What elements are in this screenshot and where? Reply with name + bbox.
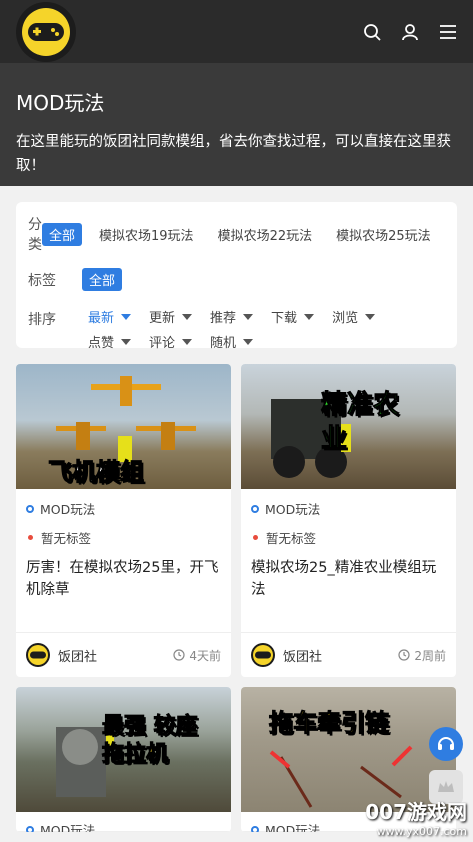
sort-recommended-label: 推荐 — [210, 311, 237, 326]
post-category-label: MOD玩法 — [265, 823, 321, 832]
category-chip-all[interactable]: 全部 — [42, 222, 83, 246]
sort-likes[interactable]: 点赞 — [88, 332, 132, 351]
sort-views[interactable]: 浏览 — [332, 307, 376, 326]
crown-icon — [438, 781, 454, 792]
thumbnail-caption: 最强 较座 拖拉机 — [102, 714, 199, 768]
author-name: 饭团社 — [283, 649, 323, 665]
post-thumbnail[interactable]: 最强 较座 拖拉机 — [16, 687, 231, 812]
post-category-label: MOD玩法 — [265, 502, 321, 517]
top-bar — [0, 0, 473, 63]
tag-dot-icon — [28, 535, 33, 540]
post-time: 2周前 — [398, 647, 446, 664]
sort-downloads[interactable]: 下载 — [271, 307, 315, 326]
thumbnail-caption: 拖车牵引链 — [269, 709, 390, 738]
sort-comments[interactable]: 评论 — [149, 332, 193, 351]
category-ring-icon — [251, 825, 259, 832]
sort-row: 排序 最新 更新 推荐 下载 浏览 点赞 评论 随机 — [28, 307, 445, 357]
sort-updated-label: 更新 — [149, 311, 176, 326]
page-description: 在这里能玩的饭团社同款模组，省去你查找过程，可以直接在这里获取！ — [16, 134, 451, 174]
post-category[interactable]: MOD玩法 — [26, 499, 221, 518]
author-name: 饭团社 — [58, 649, 98, 665]
post-thumbnail[interactable]: 精准农业 — [241, 364, 456, 489]
category-filter-row: 分类 全部 模拟农场19玩法 模拟农场22玩法 模拟农场25玩法 — [28, 214, 445, 254]
category-chip-fs22[interactable]: 模拟农场22玩法 — [211, 223, 320, 246]
caret-down-icon — [243, 338, 254, 345]
post-tag: 暂无标签 — [251, 528, 446, 547]
post-category-label: MOD玩法 — [40, 823, 96, 832]
thumbnail-caption: 精准农业 — [321, 390, 400, 455]
sort-random[interactable]: 随机 — [210, 332, 254, 351]
avatar — [251, 643, 275, 667]
caret-down-icon — [182, 338, 193, 345]
sort-updated[interactable]: 更新 — [149, 307, 193, 326]
user-icon[interactable] — [401, 23, 419, 41]
post-title[interactable]: 厉害！在模拟农场25里，开飞机除草 — [26, 557, 221, 601]
page-title: MOD玩法 — [16, 91, 105, 115]
post-tag-label: 暂无标签 — [41, 531, 92, 546]
post-card[interactable]: 最强 较座 拖拉机 MOD玩法 — [16, 687, 231, 832]
tag-dot-icon — [253, 535, 258, 540]
caret-down-icon — [182, 313, 193, 320]
post-time-label: 2周前 — [414, 648, 446, 663]
caret-down-icon — [365, 313, 376, 320]
clock-icon — [398, 649, 410, 661]
post-grid: 飞机模组 MOD玩法 暂无标签 厉害！在模拟农场25里，开飞机除草 饭团社 4天… — [0, 348, 473, 832]
headset-icon — [438, 737, 454, 750]
tag-label: 标签 — [28, 272, 56, 289]
caret-down-icon — [243, 313, 254, 320]
post-tag: 暂无标签 — [26, 528, 221, 547]
sort-likes-label: 点赞 — [88, 336, 115, 351]
category-hero: MOD玩法 在这里能玩的饭团社同款模组，省去你查找过程，可以直接在这里获取！ — [0, 63, 473, 186]
sort-random-label: 随机 — [210, 336, 237, 351]
category-ring-icon — [251, 504, 259, 513]
filter-panel: 分类 全部 模拟农场19玩法 模拟农场22玩法 模拟农场25玩法 标签 全部 排… — [16, 202, 457, 351]
post-card[interactable]: 飞机模组 MOD玩法 暂无标签 厉害！在模拟农场25里，开飞机除草 饭团社 4天… — [16, 364, 231, 677]
post-category[interactable]: MOD玩法 — [251, 499, 446, 518]
caret-down-icon — [304, 313, 315, 320]
sort-latest-label: 最新 — [88, 311, 115, 326]
category-ring-icon — [26, 504, 34, 513]
tag-filter-row: 标签 全部 — [28, 268, 445, 291]
post-card[interactable]: 精准农业 MOD玩法 暂无标签 模拟农场25_精准农业模组玩法 饭团社 2周前 — [241, 364, 456, 677]
post-category-label: MOD玩法 — [40, 502, 96, 517]
post-category[interactable]: MOD玩法 — [26, 820, 221, 832]
site-watermark: 007游戏网 www.yx007.com — [365, 796, 467, 838]
thumbnail-caption: 飞机模组 — [48, 458, 145, 487]
caret-down-icon — [121, 313, 132, 320]
category-label: 分类 — [28, 217, 42, 253]
category-chip-fs19[interactable]: 模拟农场19玩法 — [92, 223, 201, 246]
category-chip-fs25[interactable]: 模拟农场25玩法 — [329, 223, 438, 246]
post-title[interactable]: 模拟农场25_精准农业模组玩法 — [251, 557, 446, 601]
sort-views-label: 浏览 — [332, 311, 359, 326]
sort-label: 排序 — [28, 312, 56, 328]
category-ring-icon — [26, 825, 34, 832]
clock-icon — [173, 649, 185, 661]
caret-down-icon — [121, 338, 132, 345]
post-author[interactable]: 饭团社 — [26, 643, 97, 667]
post-time-label: 4天前 — [189, 648, 221, 663]
watermark-title: 007游戏网 — [365, 800, 467, 824]
post-author[interactable]: 饭团社 — [251, 643, 322, 667]
gamepad-icon[interactable] — [16, 1, 76, 62]
post-thumbnail[interactable]: 飞机模组 — [16, 364, 231, 489]
post-thumbnail[interactable]: 拖车牵引链 — [241, 687, 456, 812]
search-icon[interactable] — [363, 23, 381, 41]
post-tag-label: 暂无标签 — [266, 531, 317, 546]
sort-latest[interactable]: 最新 — [88, 307, 132, 326]
post-time: 4天前 — [173, 647, 221, 664]
sort-downloads-label: 下载 — [271, 311, 298, 326]
sort-comments-label: 评论 — [149, 336, 176, 351]
menu-icon[interactable] — [439, 23, 457, 41]
customer-service-button[interactable] — [429, 727, 463, 761]
tag-chip-all[interactable]: 全部 — [82, 268, 123, 291]
sort-recommended[interactable]: 推荐 — [210, 307, 254, 326]
avatar — [26, 643, 50, 667]
watermark-url: www.yx007.com — [376, 825, 467, 838]
